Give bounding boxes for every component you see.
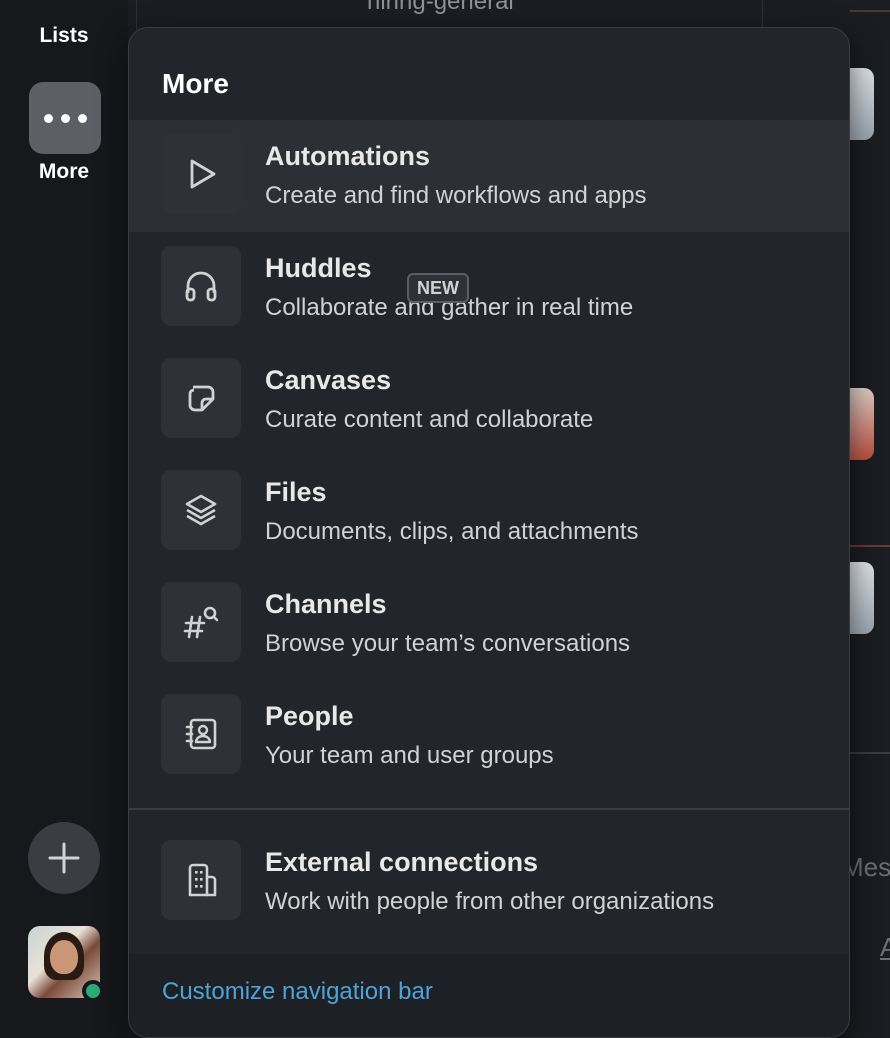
presence-indicator: [82, 980, 104, 1002]
background-divider-2: [850, 545, 890, 547]
menu-item-huddles[interactable]: Huddles Collaborate and gather in real t…: [129, 232, 849, 344]
more-dots-icon: [43, 113, 53, 123]
background-channel-name: hiring-general: [367, 0, 514, 15]
avatar-face: [50, 940, 78, 974]
menu-title: More: [162, 68, 229, 99]
menu-item-external-connections[interactable]: External connections Work with people fr…: [129, 826, 849, 938]
new-badge: NEW: [407, 273, 469, 303]
workspace-rail: Lists More: [0, 0, 128, 1038]
channel-search-icon: [161, 582, 241, 662]
menu-item-title: Canvases: [265, 365, 392, 395]
background-divider: [850, 10, 890, 12]
menu-item-title: Files: [265, 477, 327, 507]
menu-item-files[interactable]: Files Documents, clips, and attachments: [129, 456, 849, 568]
layers-icon: [161, 470, 241, 550]
building-icon: [161, 840, 241, 920]
menu-divider: [129, 808, 849, 810]
menu-item-channels[interactable]: Channels Browse your team’s conversation…: [129, 568, 849, 680]
menu-item-automations[interactable]: Automations Create and find workflows an…: [129, 120, 849, 232]
rail-more-label: More: [38, 160, 90, 183]
menu-item-title: External connections: [265, 847, 539, 877]
contacts-icon: [161, 694, 241, 774]
play-icon: [161, 134, 241, 214]
background-channel-row: hiring-general: [136, 0, 762, 30]
headphones-icon: [161, 246, 241, 326]
customize-navigation-link[interactable]: Customize navigation bar: [162, 978, 433, 1006]
background-format-text: A: [880, 932, 890, 962]
menu-item-subtitle: Work with people from other organization…: [265, 888, 715, 915]
more-menu: More Automations Create and find workflo…: [128, 27, 850, 1038]
menu-item-subtitle: Browse your team’s conversations: [265, 630, 631, 657]
more-dot-3: [77, 113, 87, 123]
menu-item-title: Channels: [265, 589, 387, 619]
add-button[interactable]: [28, 822, 100, 894]
plus-icon: [48, 842, 80, 874]
background-divider-3: [850, 752, 890, 754]
menu-item-title: Huddles: [265, 253, 372, 283]
menu-item-subtitle: Curate content and collaborate: [265, 406, 594, 433]
menu-item-title: People: [265, 701, 354, 731]
more-button[interactable]: [29, 82, 101, 154]
menu-item-canvases[interactable]: Canvases Curate content and collaborate: [129, 344, 849, 456]
menu-item-subtitle: Documents, clips, and attachments: [265, 518, 639, 545]
menu-item-title: Automations: [265, 141, 430, 171]
more-dot-2: [60, 113, 70, 123]
canvas-icon: [161, 358, 241, 438]
menu-item-subtitle: Your team and user groups: [265, 742, 554, 769]
menu-item-subtitle: Create and find workflows and apps: [265, 182, 647, 209]
rail-lists-label[interactable]: Lists: [0, 24, 128, 48]
menu-item-people[interactable]: People Your team and user groups: [129, 680, 849, 792]
